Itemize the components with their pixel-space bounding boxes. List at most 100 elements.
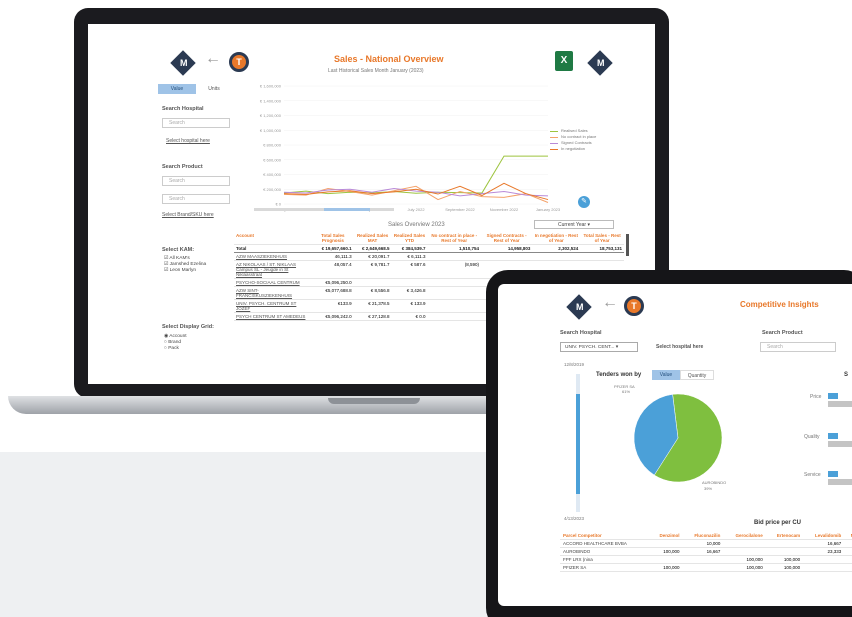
column-header[interactable]: Ma — [844, 532, 852, 540]
units-toggle[interactable]: Units — [196, 84, 232, 94]
legend-swatch — [550, 137, 558, 138]
column-header[interactable]: Fluconazilin — [682, 532, 724, 540]
kam-option[interactable]: ☑ All KAM's — [164, 256, 190, 261]
legend-swatch — [550, 131, 558, 132]
table-cell: Total — [234, 244, 312, 253]
column-header[interactable]: No contract in place - Rest of Year — [427, 232, 481, 245]
table-cell: € 9,781.7 — [353, 260, 392, 279]
y-tick-label: € 600,000 — [263, 157, 282, 162]
table-cell — [844, 547, 852, 556]
value-toggle[interactable]: Value — [158, 84, 196, 94]
page-title: Sales - National Overview — [334, 54, 444, 64]
edit-pencil-icon[interactable]: ✎ — [578, 196, 590, 208]
table-cell — [723, 539, 766, 548]
account-link[interactable]: AZ NIKOLAAS / ST. NIKLAAS Campus SL - Je… — [234, 260, 312, 279]
account-link[interactable]: PSYCHO-SOCIAAL CENTRUM — [234, 278, 312, 287]
tablet-search-product-input[interactable]: Search — [760, 342, 836, 352]
table-cell: €5,096,242.0 — [312, 312, 354, 321]
column-header[interactable]: Denzimol — [649, 532, 683, 540]
table-cell: FPF LRX (nina — [560, 555, 650, 564]
grid-option[interactable]: ○ Brand — [164, 340, 181, 345]
table-cell — [803, 555, 845, 564]
column-header[interactable]: Total Sales Prognosis — [312, 232, 354, 245]
tablet-hospital-select[interactable]: UNIV. PSYCH. CENT... ▾ — [560, 342, 638, 352]
table-cell: ACCORD HEALTHCARE BVBA — [560, 539, 650, 548]
table-cell: 100,000 — [649, 563, 683, 572]
column-header[interactable]: Total Sales - Rest of Year — [580, 232, 624, 245]
table-cell: 16,667 — [682, 547, 724, 556]
table-cell — [682, 555, 724, 564]
y-tick-label: € 400,000 — [263, 172, 282, 177]
tenders-value-toggle[interactable]: Value — [652, 370, 680, 380]
pie-pct-aurobindo: 39% — [704, 486, 713, 491]
chart-scrollbar-thumb[interactable] — [324, 208, 370, 211]
search-hospital-input[interactable]: Search — [162, 118, 230, 128]
table-scrollbar[interactable] — [626, 234, 629, 256]
search-product-input[interactable]: Search — [162, 176, 230, 186]
column-header[interactable]: Gerocilalone — [723, 532, 766, 540]
table-cell: 23,333 — [803, 547, 845, 556]
column-header[interactable]: Account — [234, 232, 312, 245]
excel-export-icon[interactable]: X — [555, 51, 573, 71]
logo-letter-right: M — [597, 58, 605, 68]
grid-option[interactable]: ◉ Account — [164, 334, 187, 339]
table-header-row: Parcel Competitor Denzimol Fluconazilin Ger… — [560, 532, 852, 540]
date-range-end: 4/13/2023 — [564, 516, 585, 521]
table-cell: 18,753,131 — [580, 244, 624, 253]
y-tick-label: € 200,000 — [263, 187, 282, 192]
kam-option[interactable]: ☑ Leon Marlyn — [164, 268, 196, 273]
table-body: ACCORD HEALTHCARE BVBA 10,000 16,667 AUROBI… — [560, 539, 852, 572]
series-line — [283, 185, 549, 203]
table-cell: 46,111.3 — [312, 252, 354, 261]
back-arrow-icon[interactable]: ← — [205, 50, 221, 68]
y-tick-label: € 800,000 — [263, 143, 282, 148]
pie-label-aurobindo: AUROBINDO — [702, 480, 727, 485]
column-header[interactable]: Realized Sales YTD — [391, 232, 428, 245]
table-cell: € 20,091.7 — [353, 252, 392, 261]
column-header[interactable]: Parcel Competitor — [560, 532, 650, 540]
column-header[interactable]: Signed Contracts - Rest of Year — [480, 232, 533, 245]
date-range-slider[interactable] — [576, 374, 580, 512]
account-link[interactable]: AZW MAASZIEKENHUIS — [234, 252, 312, 261]
account-link[interactable]: PSYCH CENTRUM ST AMEDEUS — [234, 312, 312, 321]
grid-option[interactable]: ○ Pack — [164, 346, 179, 351]
score-label-service: Service — [804, 472, 821, 478]
tablet-select-hospital-link[interactable]: Select hospital here — [656, 344, 703, 350]
t-logo-icon[interactable]: T — [624, 296, 644, 316]
table-cell: € 27,128.8 — [353, 312, 392, 321]
column-header[interactable]: Levalidomib — [803, 532, 845, 540]
table-cell: 10,000 — [682, 539, 724, 548]
back-arrow-icon[interactable]: ← — [602, 294, 618, 312]
table-cell: €5,077,688.8 — [312, 286, 354, 300]
table-row[interactable]: AZW MAASZIEKENHUIS 46,111.3 € 20,091.7 € 6,… — [234, 252, 624, 261]
column-header[interactable]: Realized Sales MAT — [353, 232, 392, 245]
column-header[interactable]: In negotiation - Rest of Year — [532, 232, 581, 245]
kam-option[interactable]: ☑ Jamshed Ezelina — [164, 262, 206, 267]
select-hospital-link[interactable]: Select hospital here — [166, 138, 210, 144]
table-cell — [532, 252, 581, 261]
select-brand-link[interactable]: Select Brand/SKU here — [162, 212, 214, 218]
table-cell: 100,000 — [723, 563, 766, 572]
legend-label: Realised Sales — [561, 128, 588, 133]
account-link[interactable]: AZW SINT-FRANCISKUSZIEKENHUIS — [234, 286, 312, 300]
table-cell — [427, 252, 481, 261]
table-cell: € 21,378.5 — [353, 299, 392, 313]
column-header[interactable]: Ertenocam — [765, 532, 804, 540]
period-select[interactable]: Current Year ▾ — [534, 220, 614, 229]
search-product-input-2[interactable]: Search — [162, 194, 230, 204]
overview-title: Sales Overview 2023 — [388, 222, 445, 228]
table-cell: 100,000 — [765, 563, 804, 572]
chart-scrollbar[interactable] — [254, 208, 394, 211]
table-cell: PFIZER SA — [560, 563, 650, 572]
t-logo-icon[interactable]: T — [229, 52, 249, 72]
tenders-title: Tenders won by — [596, 372, 642, 378]
kam-option-label: All KAM's — [169, 256, 190, 261]
tenders-quantity-toggle[interactable]: Quantity — [680, 370, 714, 380]
date-range-start: 12/8/2019 — [564, 362, 585, 367]
account-link[interactable]: UNIV. PSYCH. CENTRUM ST JOZEF — [234, 299, 312, 313]
laptop-notch — [328, 398, 420, 404]
chevron-down-icon: ▾ — [615, 345, 619, 350]
table-cell: € 587.6 — [391, 260, 428, 279]
grid-option-label: Account — [169, 334, 187, 339]
date-range-slider-fill[interactable] — [576, 394, 580, 494]
